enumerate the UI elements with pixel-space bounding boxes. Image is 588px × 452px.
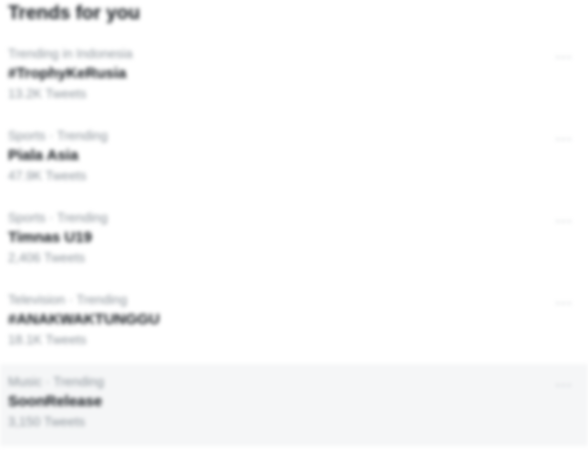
trend-item[interactable]: Sports · Trending Piala Asia 47.9K Tweet… (0, 118, 588, 200)
trend-context: Sports · Trending (8, 128, 108, 143)
more-horizontal-icon: ··· (555, 130, 573, 146)
trend-name: SoonRelease (8, 393, 103, 410)
trend-context: Television · Trending (8, 292, 128, 307)
trend-tweet-count: 47.9K Tweets (8, 168, 87, 183)
trends-panel: Trends for you Trending in Indonesia #Tr… (0, 0, 588, 452)
trend-item[interactable]: Trending in Indonesia #TrophyKeRusia 13.… (0, 36, 588, 118)
trend-item[interactable]: Music · Trending SoonRelease 3,150 Tweet… (0, 364, 588, 446)
trend-item[interactable]: Sports · Trending Timnas U19 2,406 Tweet… (0, 200, 588, 282)
trend-name: #ANAKWAKTUNGGU (8, 311, 160, 328)
trend-tweet-count: 2,406 Tweets (8, 250, 86, 265)
more-horizontal-icon: ··· (555, 48, 573, 64)
trend-name: Piala Asia (8, 147, 79, 164)
more-horizontal-icon: ··· (555, 294, 573, 310)
trend-context: Sports · Trending (8, 210, 108, 225)
trend-tweet-count: 13.2K Tweets (8, 86, 87, 101)
trend-tweet-count: 18.1K Tweets (8, 332, 87, 347)
trend-more-button[interactable]: ··· (554, 294, 574, 310)
trends-header: Trends for you (0, 0, 588, 36)
trends-title: Trends for you (8, 3, 140, 24)
trend-name: #TrophyKeRusia (8, 65, 127, 82)
trend-tweet-count: 3,150 Tweets (8, 414, 86, 429)
trend-more-button[interactable]: ··· (554, 212, 574, 228)
trend-more-button[interactable]: ··· (554, 48, 574, 64)
trend-name: Timnas U19 (8, 229, 92, 246)
trend-more-button[interactable]: ··· (554, 376, 574, 392)
more-horizontal-icon: ··· (555, 212, 573, 228)
trend-context: Trending in Indonesia (8, 46, 133, 61)
trend-list: Trending in Indonesia #TrophyKeRusia 13.… (0, 36, 588, 446)
trend-context: Music · Trending (8, 374, 105, 389)
trend-more-button[interactable]: ··· (554, 130, 574, 146)
trend-item[interactable]: Television · Trending #ANAKWAKTUNGGU 18.… (0, 282, 588, 364)
more-horizontal-icon: ··· (555, 376, 573, 392)
